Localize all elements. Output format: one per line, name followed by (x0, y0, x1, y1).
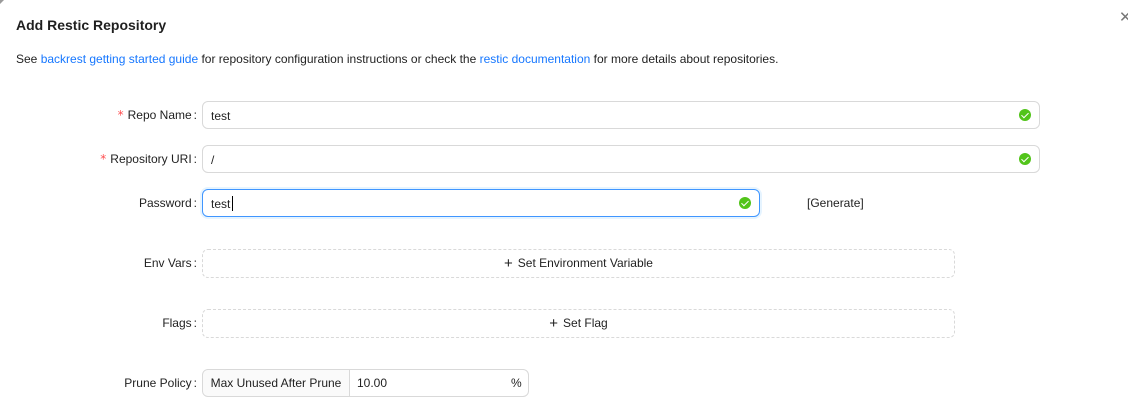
generate-password-button[interactable]: [Generate] (807, 196, 864, 210)
add-repo-modal: Add Restic Repository ✕ See backrest get… (0, 0, 1128, 403)
repo-name-input[interactable]: test (202, 101, 1040, 129)
prune-policy-label-text: Prune Policy (124, 376, 192, 390)
set-env-var-button[interactable]: + Set Environment Variable (202, 249, 955, 278)
prune-policy-label: Prune Policy: (0, 376, 197, 390)
label-colon: : (193, 256, 197, 270)
plus-icon: + (504, 255, 513, 272)
repository-uri-label-text: Repository URI (110, 152, 192, 166)
description-suffix: for more details about repositories. (590, 52, 779, 66)
close-icon[interactable]: ✕ (1119, 9, 1128, 27)
percent-suffix: % (511, 376, 522, 390)
set-flag-button[interactable]: + Set Flag (202, 309, 955, 338)
repository-uri-value: / (211, 153, 215, 167)
required-mark: * (117, 108, 124, 122)
repo-name-value: test (211, 109, 231, 123)
repository-uri-label: * Repository URI: (0, 152, 197, 166)
flags-label: Flags: (0, 316, 197, 330)
restic-docs-link[interactable]: restic documentation (480, 52, 591, 66)
repository-uri-input[interactable]: / (202, 145, 1040, 173)
description-prefix: See (16, 52, 41, 66)
label-colon: : (193, 108, 197, 122)
text-cursor (232, 196, 233, 211)
repo-name-label: * Repo Name: (0, 108, 197, 122)
check-circle-icon (1019, 153, 1031, 165)
label-colon: : (193, 316, 197, 330)
plus-icon: + (549, 315, 559, 332)
set-env-var-label: Set Environment Variable (517, 256, 653, 270)
password-label: Password: (0, 196, 197, 210)
prune-policy-input-group: Max Unused After Prune 10.00 % (202, 369, 529, 397)
check-circle-icon (1019, 109, 1031, 121)
repo-name-label-text: Repo Name (127, 108, 192, 122)
flags-label-text: Flags (162, 316, 192, 330)
check-circle-icon (739, 197, 751, 209)
env-vars-label-text: Env Vars (143, 256, 192, 270)
max-unused-addon: Max Unused After Prune (203, 370, 350, 396)
window-corner (0, 0, 4, 4)
max-unused-input[interactable]: 10.00 (357, 376, 387, 390)
required-mark: * (100, 152, 107, 166)
env-vars-label: Env Vars: (0, 256, 197, 270)
label-colon: : (193, 196, 197, 210)
label-colon: : (193, 376, 197, 390)
password-label-text: Password (138, 196, 192, 210)
set-flag-label: Set Flag (563, 316, 608, 330)
description-middle: for repository configuration instruction… (198, 52, 480, 66)
label-colon: : (193, 152, 197, 166)
password-value: test (211, 197, 231, 211)
modal-description: See backrest getting started guide for r… (16, 52, 778, 66)
getting-started-link[interactable]: backrest getting started guide (41, 52, 198, 66)
modal-title: Add Restic Repository (16, 17, 167, 33)
password-input[interactable]: test (202, 189, 760, 217)
